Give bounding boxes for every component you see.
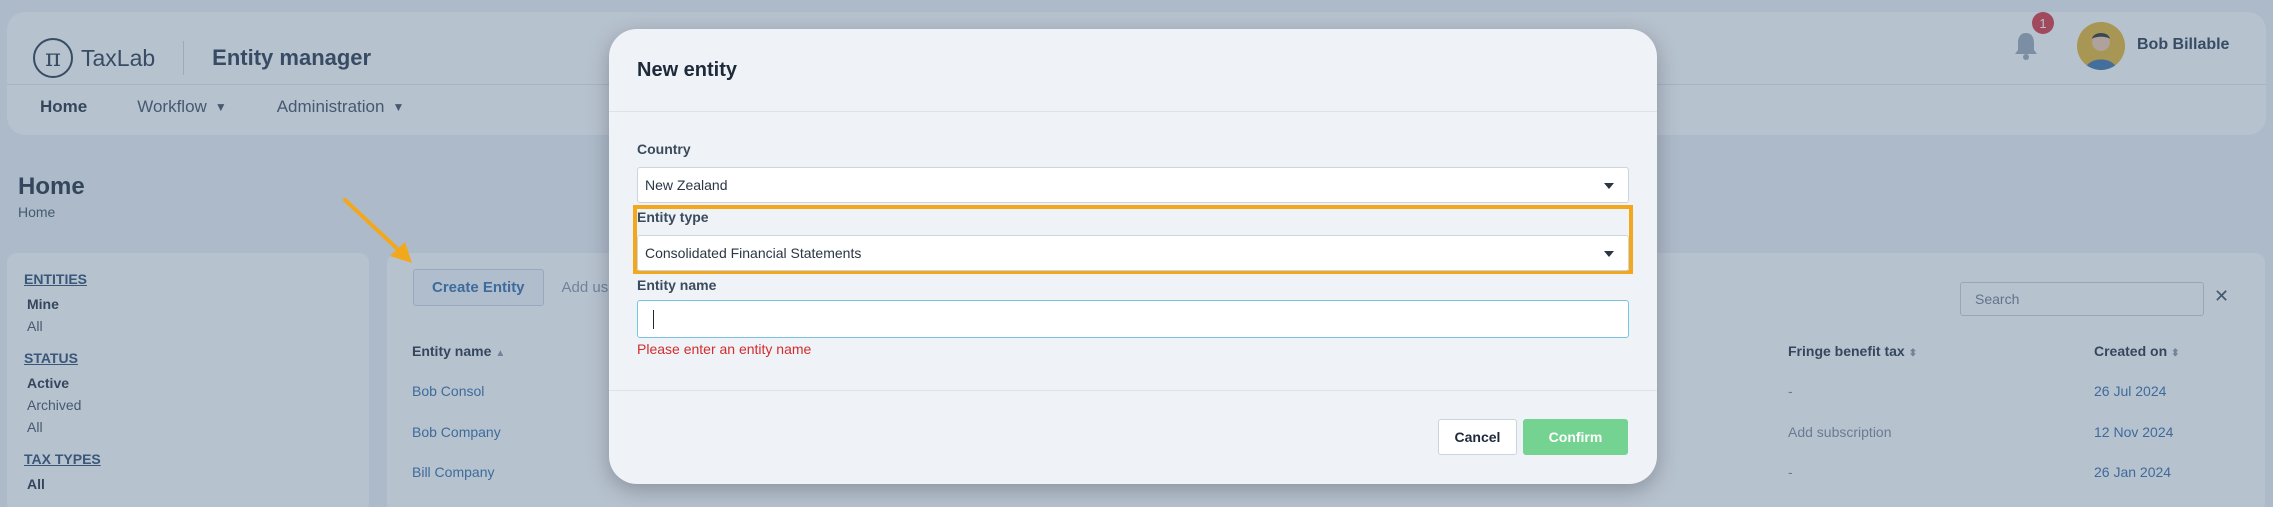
entity-name-label: Entity name	[637, 277, 717, 293]
country-label: Country	[637, 141, 691, 157]
cancel-button[interactable]: Cancel	[1438, 419, 1517, 455]
confirm-button[interactable]: Confirm	[1523, 419, 1628, 455]
dropdown-caret-icon	[1604, 251, 1614, 257]
dialog-footer-divider	[609, 390, 1657, 391]
entity-type-label: Entity type	[637, 209, 709, 225]
entity-type-value: Consolidated Financial Statements	[645, 245, 862, 261]
entity-name-error: Please enter an entity name	[637, 341, 812, 357]
entity-type-select[interactable]: Consolidated Financial Statements	[637, 235, 1629, 271]
country-value: New Zealand	[645, 177, 728, 193]
entity-name-input[interactable]	[637, 300, 1629, 338]
new-entity-dialog: New entity Country New Zealand Entity ty…	[609, 29, 1657, 484]
dropdown-caret-icon	[1604, 183, 1614, 189]
dialog-title: New entity	[637, 59, 738, 81]
country-select[interactable]: New Zealand	[637, 167, 1629, 203]
text-cursor	[653, 310, 654, 329]
dialog-header-divider	[609, 111, 1657, 112]
